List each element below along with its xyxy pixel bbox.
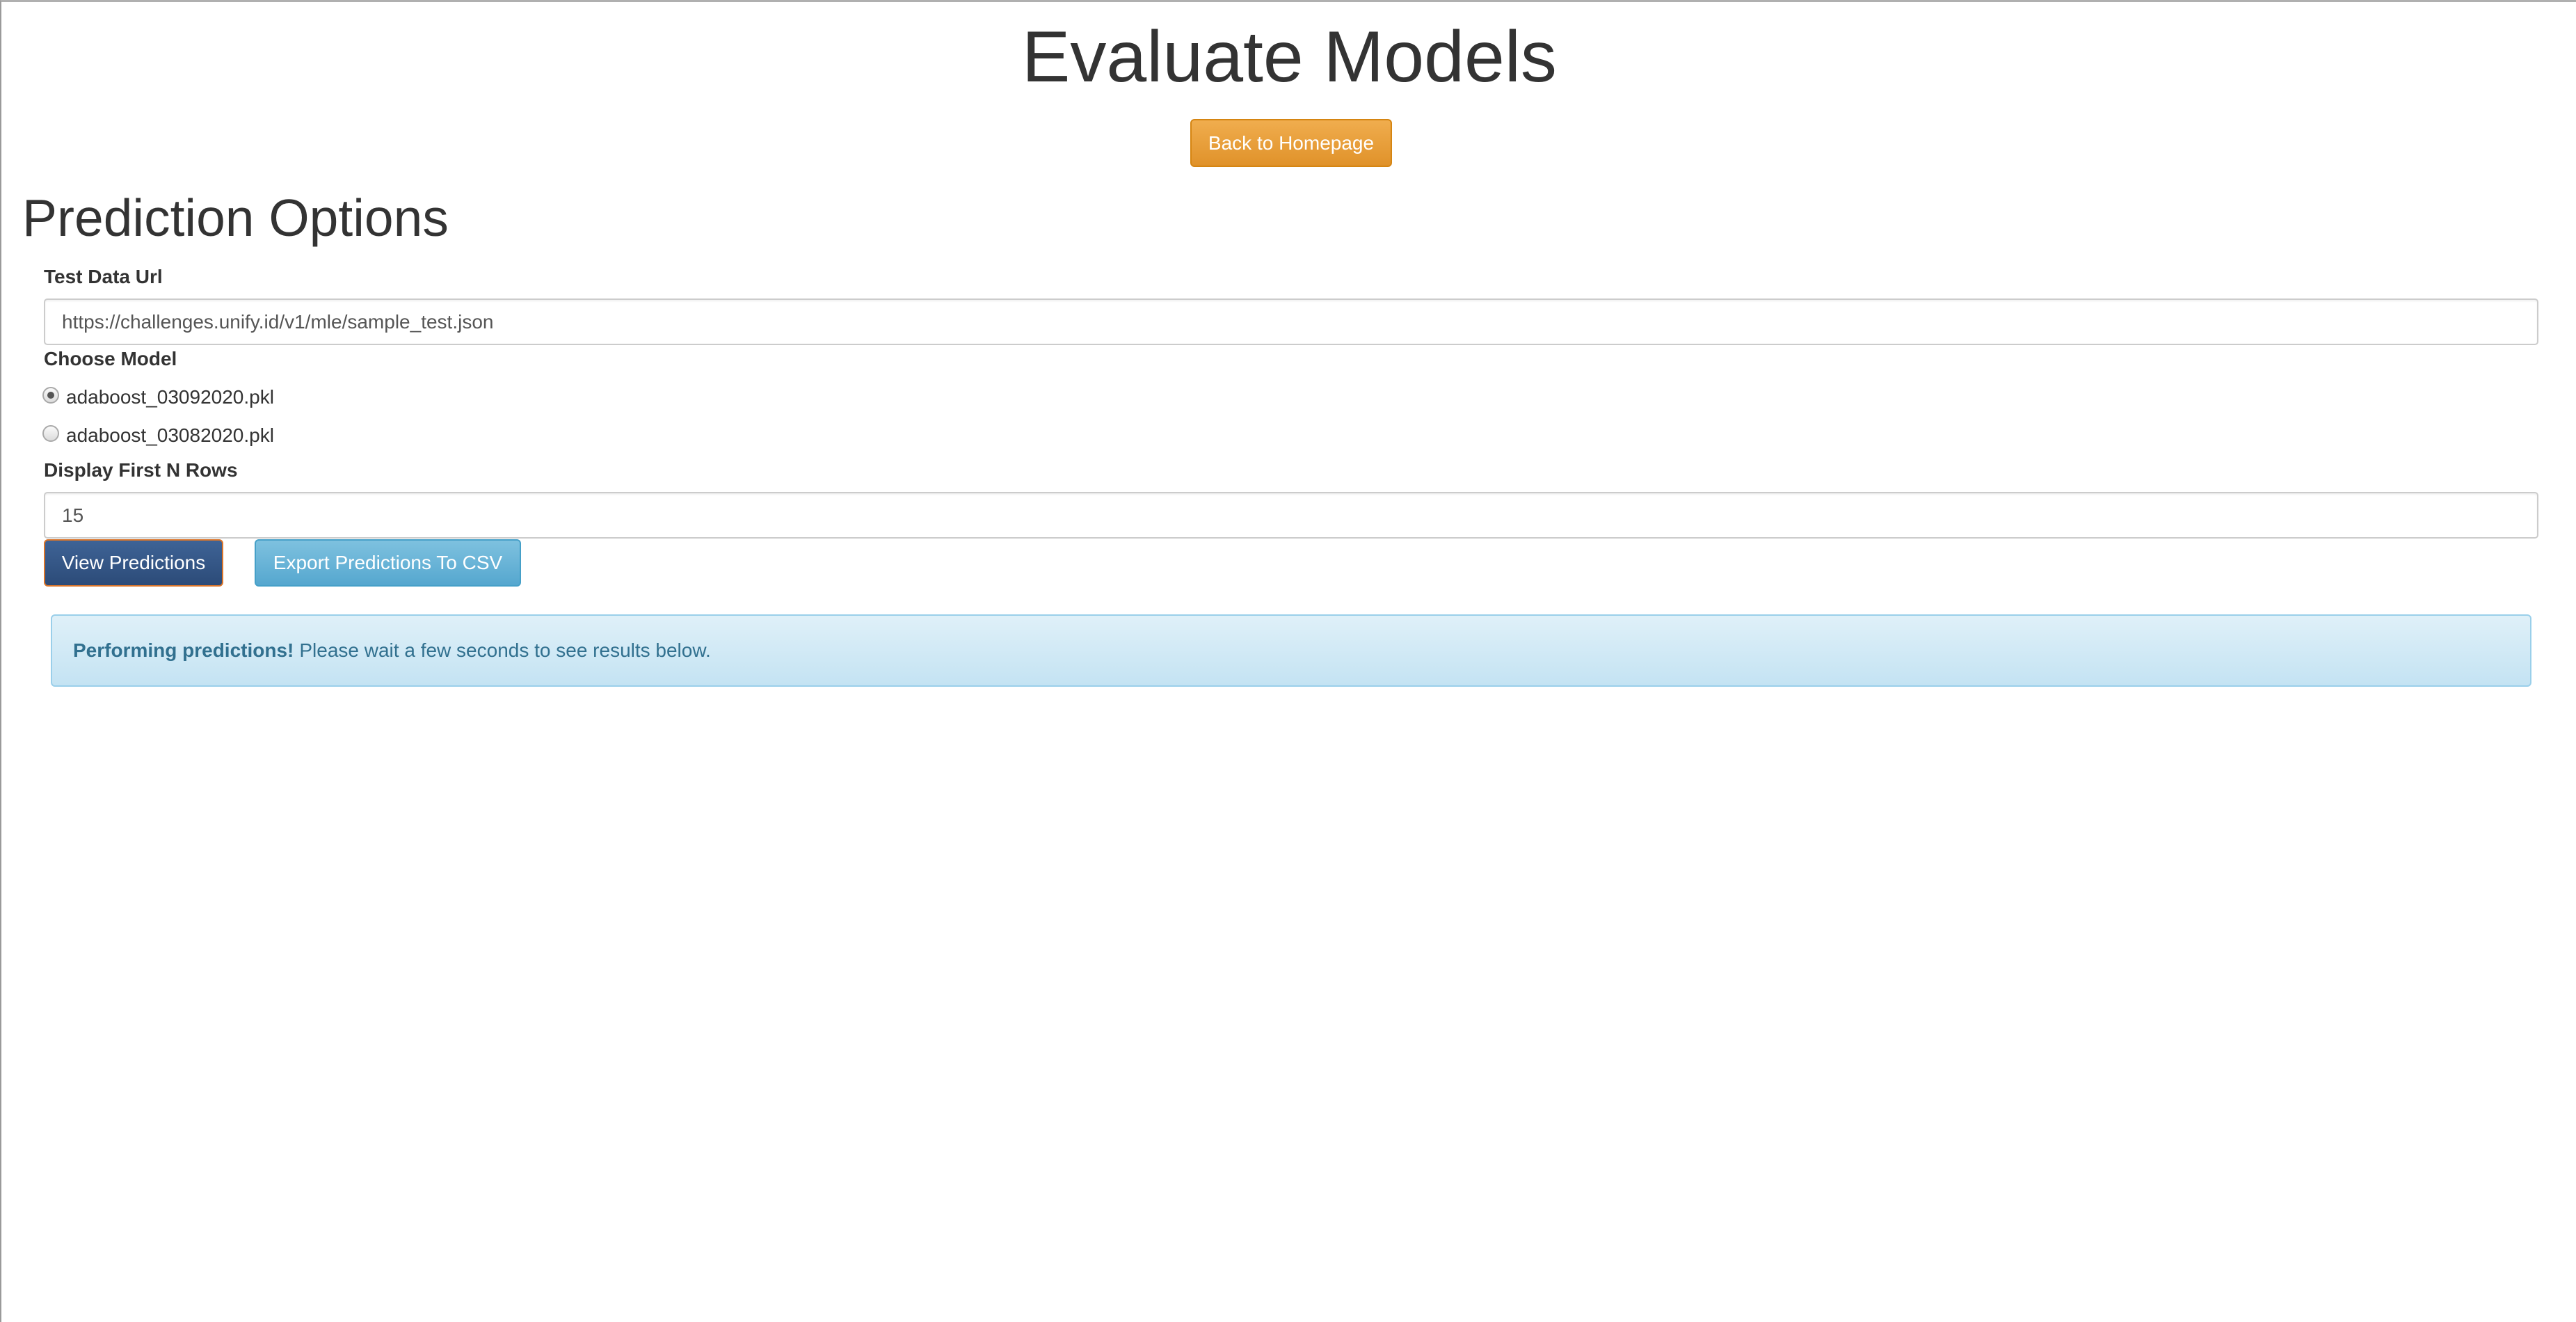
- display-rows-input[interactable]: [44, 492, 2538, 539]
- model-option-label: adaboost_03082020.pkl: [66, 424, 274, 446]
- radio-button-checked[interactable]: [42, 387, 59, 404]
- test-data-url-input[interactable]: [44, 298, 2538, 345]
- back-to-homepage-button[interactable]: Back to Homepage: [1190, 119, 1392, 167]
- display-rows-label: Display First N Rows: [44, 459, 238, 481]
- model-option-1[interactable]: adaboost_03092020.pkl: [42, 383, 274, 411]
- model-option-2[interactable]: adaboost_03082020.pkl: [42, 422, 274, 449]
- choose-model-label: Choose Model: [44, 348, 177, 369]
- model-option-label: adaboost_03092020.pkl: [66, 386, 274, 408]
- alert-strong-text: Performing predictions!: [73, 639, 294, 661]
- status-alert: Performing predictions! Please wait a fe…: [51, 614, 2531, 687]
- export-predictions-button[interactable]: Export Predictions To CSV: [255, 539, 521, 587]
- view-predictions-button[interactable]: View Predictions: [44, 539, 223, 587]
- section-title: Prediction Options: [22, 189, 449, 247]
- alert-message: Please wait a few seconds to see results…: [299, 639, 711, 661]
- page: Evaluate Models Back to Homepage Predict…: [0, 0, 2576, 1322]
- radio-button[interactable]: [42, 425, 59, 442]
- page-title: Evaluate Models: [1022, 17, 1557, 97]
- test-data-url-label: Test Data Url: [44, 266, 163, 287]
